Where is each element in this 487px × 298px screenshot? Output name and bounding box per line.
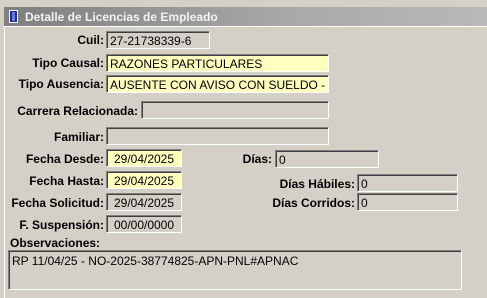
license-detail-window: Detalle de Licencias de Empleado Cuil: 2… <box>0 0 487 298</box>
observaciones-field[interactable]: RP 11/04/25 - NO-2025-38774825-APN-PNL#A… <box>8 250 462 290</box>
tipo-ausencia-label: Tipo Ausencia: <box>18 77 104 91</box>
form-window-icon <box>9 10 18 23</box>
tipo-causal-field[interactable]: RAZONES PARTICULARES <box>106 54 329 72</box>
fecha-hasta-label: Fecha Hasta: <box>29 174 104 188</box>
dias-habiles-label: Días Hábiles: <box>279 177 355 191</box>
observaciones-label: Observaciones: <box>10 236 101 250</box>
cuil-field[interactable]: 27-21738339-6 <box>106 31 210 49</box>
window-title: Detalle de Licencias de Empleado <box>25 10 218 24</box>
dias-corridos-field[interactable]: 0 <box>357 193 458 211</box>
title-bar[interactable]: Detalle de Licencias de Empleado <box>4 7 487 26</box>
fecha-solicitud-label: Fecha Solicitud: <box>11 196 104 210</box>
fecha-hasta-field[interactable]: 29/04/2025 <box>106 171 182 189</box>
dias-field[interactable]: 0 <box>275 150 379 168</box>
dias-label: Días: <box>242 152 272 166</box>
dias-habiles-field[interactable]: 0 <box>357 174 458 192</box>
cuil-label: Cuil: <box>77 33 104 47</box>
familiar-label: Familiar: <box>53 130 104 144</box>
carrera-relacionada-field[interactable] <box>141 101 329 119</box>
f-suspension-field[interactable]: 00/00/0000 <box>106 215 182 233</box>
tipo-ausencia-field[interactable]: AUSENTE CON AVISO CON SUELDO - A <box>106 75 329 93</box>
fecha-desde-label: Fecha Desde: <box>25 152 104 166</box>
tipo-causal-label: Tipo Causal: <box>32 56 104 70</box>
fecha-desde-field[interactable]: 29/04/2025 <box>106 149 182 167</box>
dias-corridos-label: Días Corridos: <box>272 196 355 210</box>
familiar-field[interactable] <box>106 127 329 145</box>
f-suspension-label: F. Suspensión: <box>19 218 104 232</box>
fecha-solicitud-field[interactable]: 29/04/2025 <box>106 193 182 211</box>
carrera-relacionada-label: Carrera Relacionada: <box>17 104 138 118</box>
